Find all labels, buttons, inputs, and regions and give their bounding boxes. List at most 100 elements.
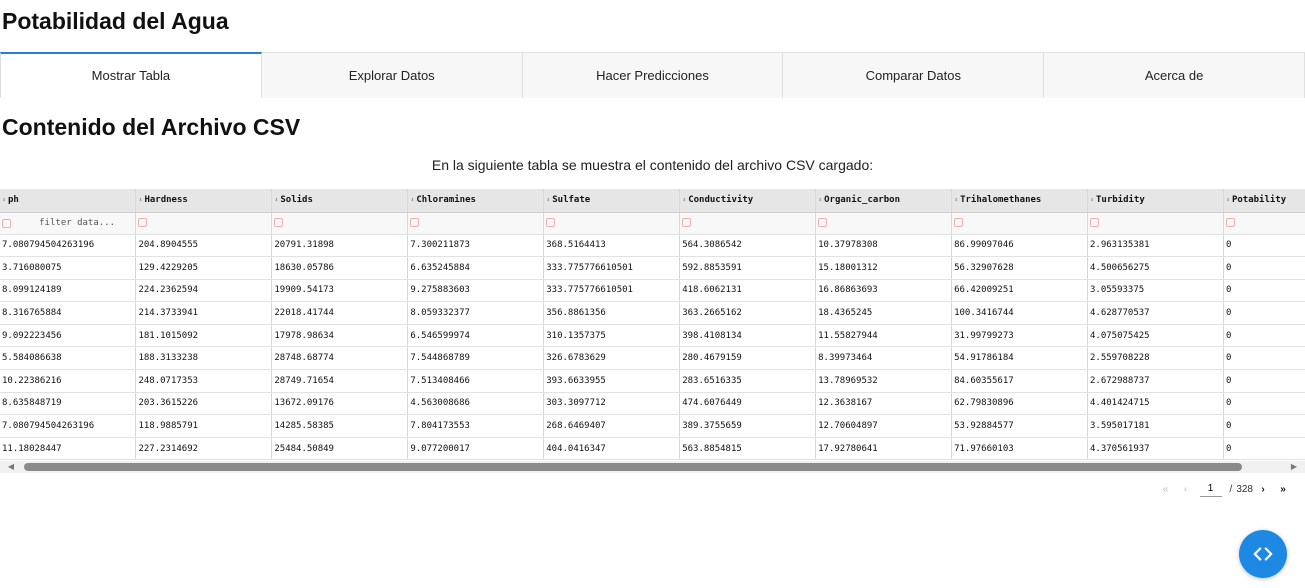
filter-cell (815, 212, 953, 235)
data-grid: ⬍ ph ⬍ Hardness ⬍ Solids ⬍ Chloramines ⬍ Sulfate ⬍… (0, 189, 1305, 461)
filter-cell (0, 212, 137, 235)
table-cell: 31.99799273 (951, 324, 1088, 348)
table-row[interactable]: 8.316765884 214.3733941 22018.41744 8.05933… (0, 301, 1305, 325)
tab-explorar-datos[interactable]: Explorar Datos (261, 52, 523, 98)
table-row[interactable]: 10.22386216 248.0717353 28749.71654 7.51340… (0, 369, 1305, 393)
table-cell: 86.99097046 (951, 234, 1088, 258)
table-cell: 17978.98634 (271, 324, 409, 348)
filter-cell (679, 212, 817, 235)
horizontal-scrollbar[interactable]: ◀ ▶ (0, 461, 1305, 473)
column-header[interactable]: ⬍ Hardness (135, 189, 273, 213)
table-cell: 310.1357375 (543, 324, 681, 348)
scroll-right-icon[interactable]: ▶ (1287, 462, 1301, 472)
filter-cell (1223, 212, 1305, 235)
table-cell: 12.70604897 (815, 414, 953, 438)
table-cell: 28748.68774 (271, 346, 409, 371)
tab-comparar-datos[interactable]: Comparar Datos (783, 52, 1045, 98)
table-cell: 564.3086542 (679, 234, 817, 258)
filter-cell (951, 212, 1088, 235)
table-cell: 333.775776610501 (543, 256, 681, 280)
column-header-label: Conductivity (688, 195, 754, 206)
column-header[interactable]: ⬍ Organic_carbon (815, 189, 953, 213)
filter-icon[interactable] (954, 218, 964, 227)
table-cell: 248.0717353 (135, 369, 273, 393)
table-cell: 356.8861356 (543, 301, 681, 325)
table-cell: 4.370561937 (1087, 437, 1224, 461)
pagination: « ‹ / 328 › » (1156, 479, 1293, 499)
table-cell: 4.628770537 (1087, 301, 1224, 325)
next-page-icon[interactable]: › (1255, 484, 1271, 495)
code-fab-button[interactable] (1239, 530, 1287, 578)
table-cell: 0 (1223, 437, 1305, 461)
column-header[interactable]: ⬍ Conductivity (679, 189, 817, 213)
table-row[interactable]: 5.584086638 188.3133238 28748.68774 7.54486… (0, 346, 1305, 371)
column-header[interactable]: ⬍ Sulfate (543, 189, 681, 213)
table-cell: 16.86863693 (815, 279, 953, 303)
filter-input[interactable] (15, 215, 115, 231)
total-pages: 328 (1236, 483, 1253, 495)
filter-icon[interactable] (682, 218, 692, 227)
filter-icon[interactable] (410, 218, 420, 227)
table-row[interactable]: 7.080794504263196 118.9885791 14285.58385 7… (0, 414, 1305, 438)
table-row[interactable]: 9.092223456 181.1015092 17978.98634 6.54659… (0, 324, 1305, 348)
last-page-icon[interactable]: » (1275, 484, 1291, 495)
table-cell: 13.78969532 (815, 369, 953, 393)
table-cell: 2.672988737 (1087, 369, 1224, 393)
table-row[interactable]: 7.080794504263196 204.8904555 20791.31898 7… (0, 234, 1305, 258)
scroll-left-icon[interactable]: ◀ (4, 462, 18, 472)
filter-icon[interactable] (274, 218, 284, 227)
table-cell: 0 (1223, 346, 1305, 371)
column-header[interactable]: ⬍ Potability (1223, 189, 1305, 213)
page-number-input[interactable] (1199, 481, 1222, 497)
filter-icon[interactable] (2, 218, 11, 228)
table-row[interactable]: 8.635848719 203.3615226 13672.09176 4.56300… (0, 392, 1305, 416)
table-cell: 17.92780641 (815, 437, 953, 461)
table-cell: 28749.71654 (271, 369, 409, 393)
table-cell: 204.8904555 (135, 234, 273, 258)
first-page-icon[interactable]: « (1158, 484, 1174, 495)
table-cell: 283.6516335 (679, 369, 817, 393)
column-header[interactable]: ⬍ Turbidity (1087, 189, 1224, 213)
table-cell: 389.3755659 (679, 414, 817, 438)
column-header[interactable]: ⬍ Solids (271, 189, 409, 213)
table-cell: 474.6076449 (679, 392, 817, 416)
filter-icon[interactable] (1090, 218, 1099, 227)
table-cell: 22018.41744 (271, 301, 409, 325)
scrollbar-thumb[interactable] (24, 463, 1242, 471)
table-cell: 129.4229205 (135, 256, 273, 280)
table-row[interactable]: 8.099124189 224.2362594 19909.54173 9.27588… (0, 279, 1305, 303)
table-cell: 224.2362594 (135, 279, 273, 303)
table-cell: 18630.05786 (271, 256, 409, 280)
section-subtitle: En la siguiente tabla se muestra el cont… (431, 157, 874, 173)
filter-icon[interactable] (818, 218, 828, 227)
column-header[interactable]: ⬍ Trihalomethanes (951, 189, 1088, 213)
filter-icon[interactable] (138, 218, 148, 227)
tab-hacer-predicciones[interactable]: Hacer Predicciones (522, 52, 784, 98)
table-cell: 7.300211873 (407, 234, 545, 258)
table-row[interactable]: 3.716080075 129.4229205 18630.05786 6.63524… (0, 256, 1305, 280)
table-cell: 10.37978308 (815, 234, 953, 258)
table-cell: 15.18001312 (815, 256, 953, 280)
table-cell: 7.804173553 (407, 414, 545, 438)
section-title: Contenido del Archivo CSV (2, 114, 301, 140)
table-row[interactable]: 11.18028447 227.2314692 25484.50849 9.07720… (0, 437, 1305, 461)
filter-icon[interactable] (546, 218, 556, 227)
filter-cell (543, 212, 681, 235)
table-cell: 18.4365245 (815, 301, 953, 325)
table-cell: 4.563008686 (407, 392, 545, 416)
table-cell: 19909.54173 (271, 279, 409, 303)
table-cell: 6.635245884 (407, 256, 545, 280)
table-cell: 203.3615226 (135, 392, 273, 416)
column-header[interactable]: ⬍ Chloramines (407, 189, 545, 213)
table-cell: 0 (1223, 256, 1305, 280)
tab-mostrar-tabla[interactable]: Mostrar Tabla (0, 52, 262, 98)
table-cell: 13672.09176 (271, 392, 409, 416)
column-header-label: Organic_carbon (824, 195, 900, 206)
tab-acerca-de[interactable]: Acerca de (1044, 52, 1305, 98)
table-cell: 11.55827944 (815, 324, 953, 348)
filter-icon[interactable] (1225, 218, 1235, 227)
filter-cell (1087, 212, 1224, 235)
prev-page-icon[interactable]: ‹ (1178, 484, 1194, 495)
column-header[interactable]: ⬍ ph (0, 189, 137, 213)
table-cell: 7.513408466 (407, 369, 545, 393)
